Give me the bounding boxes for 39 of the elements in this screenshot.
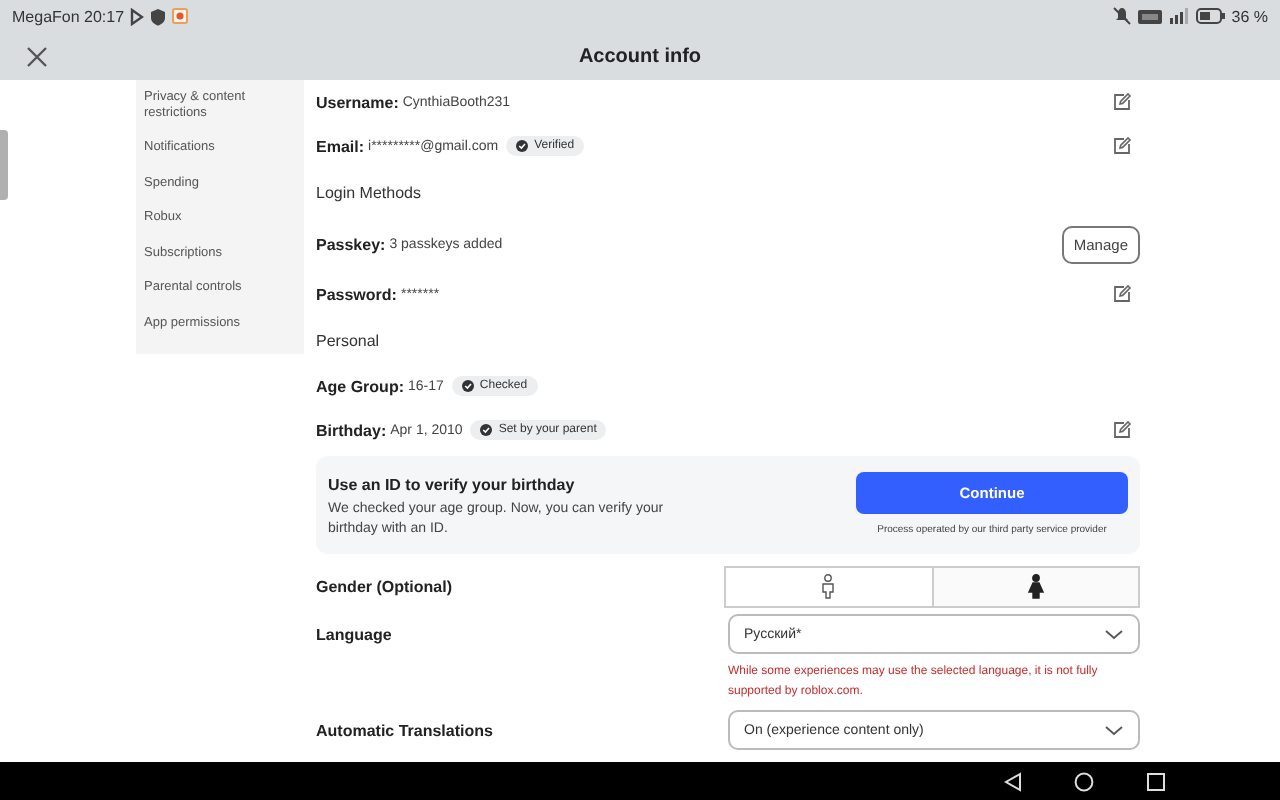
- edit-icon[interactable]: [1112, 136, 1132, 156]
- page-title: Account info: [578, 45, 702, 67]
- section-heading: Personal: [316, 331, 380, 349]
- field-label: Language: [316, 625, 392, 643]
- field-label: Email:: [316, 137, 365, 155]
- male-icon: [820, 573, 837, 599]
- close-icon[interactable]: [26, 45, 48, 67]
- edit-icon[interactable]: [1112, 92, 1132, 112]
- signal-icon: [1167, 6, 1190, 26]
- check-icon: [516, 140, 529, 152]
- play-icon: [130, 7, 145, 25]
- edge-handle[interactable]: [0, 130, 8, 200]
- gender-option[interactable]: [931, 567, 1138, 605]
- check-icon: [461, 380, 474, 392]
- field-label: Gender (Optional): [316, 577, 452, 595]
- field-label: Birthday:: [316, 421, 387, 439]
- battery-level: 36 %: [1231, 7, 1268, 25]
- field-label: Automatic Translations: [316, 721, 493, 739]
- field-label: Age Group:: [316, 377, 404, 395]
- edit-icon[interactable]: [1112, 284, 1132, 304]
- back-icon[interactable]: [1004, 771, 1022, 791]
- muted-bell-icon: [1111, 6, 1132, 26]
- field-label: Password:: [316, 285, 397, 303]
- carrier-time: MegaFon 20:17: [12, 7, 125, 25]
- field-label: Passkey:: [316, 235, 386, 253]
- shield-icon: [150, 7, 167, 25]
- check-icon: [480, 424, 493, 436]
- app-icon: [172, 8, 189, 24]
- card-title: Use an ID to verify your birthday: [328, 476, 577, 494]
- home-icon[interactable]: [1074, 771, 1094, 791]
- battery-icon: [1195, 6, 1226, 26]
- female-icon: [1027, 573, 1044, 599]
- field-label: Username:: [316, 93, 399, 111]
- hd-icon: [1137, 7, 1162, 25]
- chevron-down-icon: [1104, 628, 1124, 640]
- section-heading: Login Methods: [316, 183, 421, 201]
- chevron-down-icon: [1104, 724, 1124, 736]
- recents-icon[interactable]: [1146, 771, 1166, 791]
- edit-icon[interactable]: [1112, 420, 1132, 440]
